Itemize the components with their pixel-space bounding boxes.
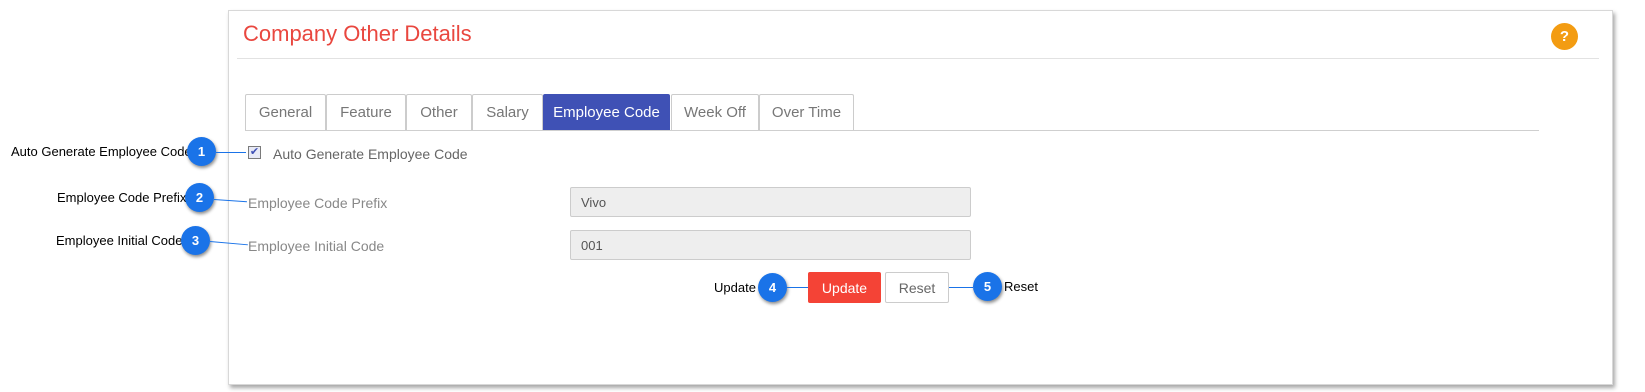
auto-generate-checkbox[interactable]: ✔ bbox=[248, 146, 261, 159]
callout-3-badge: 3 bbox=[181, 226, 210, 255]
tab-general[interactable]: General bbox=[245, 94, 326, 130]
callout-5-line bbox=[949, 287, 973, 288]
callout-1-text: Auto Generate Employee Code bbox=[11, 144, 192, 159]
tab-feature[interactable]: Feature bbox=[326, 94, 406, 130]
employee-initial-code-label: Employee Initial Code bbox=[248, 238, 385, 254]
employee-initial-code-input[interactable]: 001 bbox=[570, 230, 971, 260]
check-icon: ✔ bbox=[249, 146, 260, 158]
tab-salary[interactable]: Salary bbox=[472, 94, 543, 130]
auto-generate-label: Auto Generate Employee Code bbox=[273, 146, 468, 162]
callout-1-badge: 1 bbox=[187, 137, 216, 166]
callout-4-badge: 4 bbox=[758, 273, 787, 302]
callout-2-badge: 2 bbox=[185, 183, 214, 212]
tab-employee-code[interactable]: Employee Code bbox=[543, 94, 670, 130]
callout-1-line bbox=[216, 152, 246, 153]
employee-code-prefix-label: Employee Code Prefix bbox=[248, 195, 388, 211]
callout-4-line bbox=[787, 287, 808, 288]
reset-button[interactable]: Reset bbox=[885, 272, 949, 303]
tab-divider bbox=[245, 130, 1539, 131]
tab-other[interactable]: Other bbox=[406, 94, 472, 130]
callout-2-text: Employee Code Prefix bbox=[57, 190, 187, 205]
tab-week-off[interactable]: Week Off bbox=[671, 94, 759, 130]
help-icon[interactable]: ? bbox=[1551, 23, 1578, 50]
page-title: Company Other Details bbox=[243, 21, 472, 46]
tab-over-time[interactable]: Over Time bbox=[759, 94, 854, 130]
callout-5-text: Reset bbox=[1004, 279, 1038, 294]
callout-3-text: Employee Initial Code bbox=[56, 233, 183, 248]
callout-4-text: Update bbox=[714, 280, 756, 295]
callout-5-badge: 5 bbox=[973, 272, 1002, 301]
update-button[interactable]: Update bbox=[808, 272, 881, 303]
title-divider bbox=[237, 58, 1599, 59]
employee-code-prefix-input[interactable]: Vivo bbox=[570, 187, 971, 217]
